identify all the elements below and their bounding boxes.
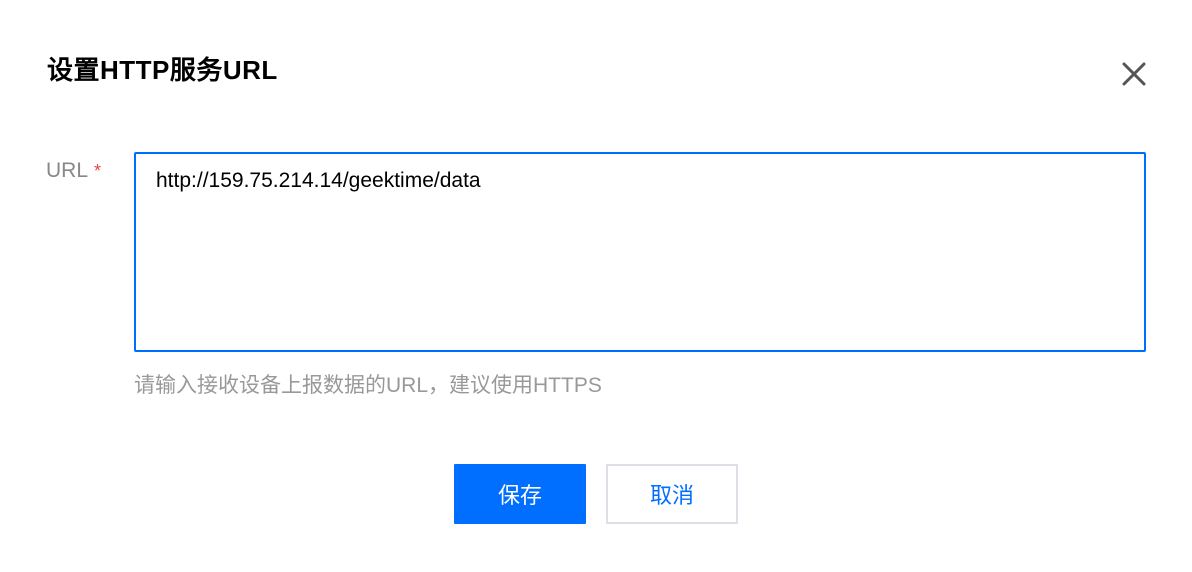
- dialog-title: 设置HTTP服务URL: [47, 55, 278, 85]
- url-hint: 请输入接收设备上报数据的URL，建议使用HTTPS: [134, 374, 602, 397]
- http-url-dialog: 设置HTTP服务URL URL* 请输入接收设备上报数据的URL，建议使用HTT…: [0, 0, 1192, 572]
- url-field-label: URL *: [46, 156, 101, 186]
- close-button[interactable]: [1116, 56, 1152, 92]
- save-button[interactable]: 保存: [454, 464, 586, 524]
- cancel-button[interactable]: 取消: [606, 464, 738, 524]
- close-icon: [1116, 56, 1152, 92]
- url-input[interactable]: [134, 152, 1146, 352]
- url-label-text: URL: [46, 159, 89, 182]
- required-mark: *: [94, 161, 102, 181]
